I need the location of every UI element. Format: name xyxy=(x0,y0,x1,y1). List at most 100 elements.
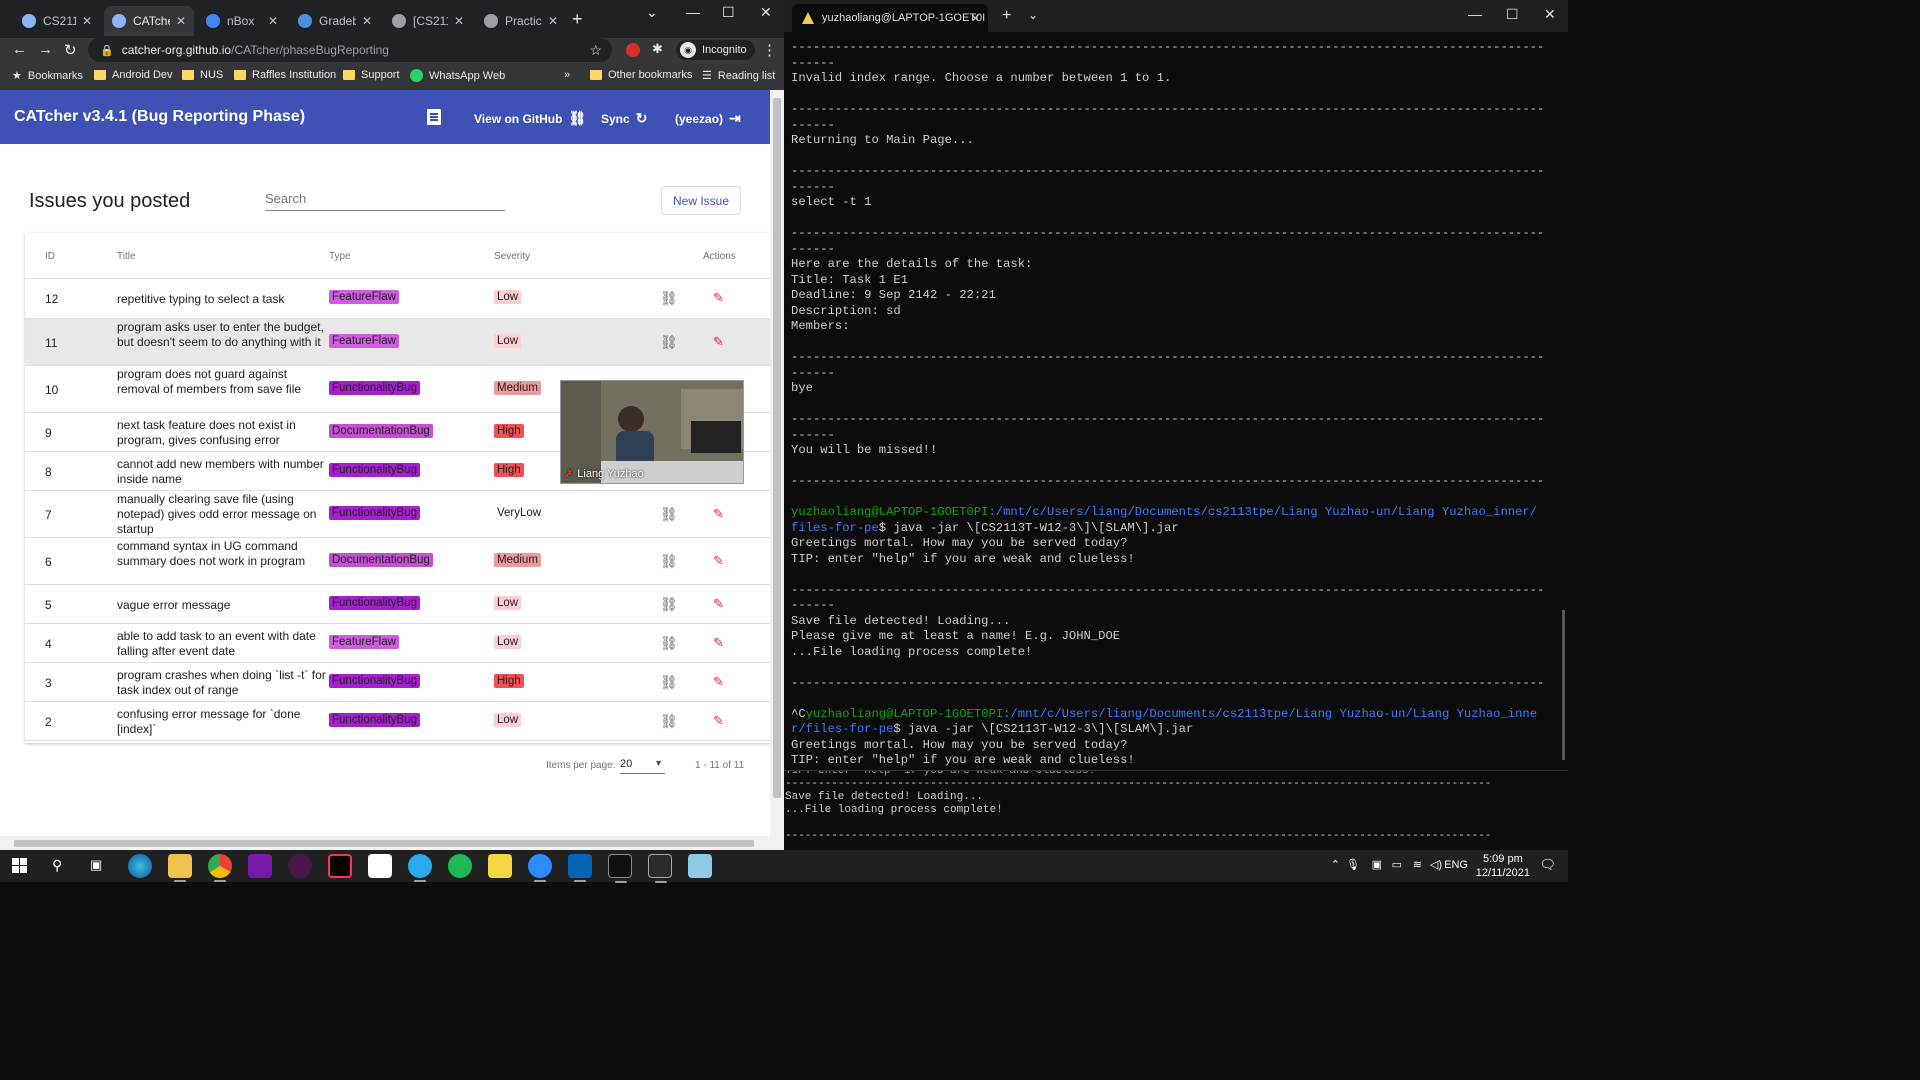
close-icon[interactable]: ✕ xyxy=(362,14,372,28)
link-icon[interactable]: ⛓ xyxy=(660,635,678,652)
tab-catcher[interactable]: CATcher ✕ xyxy=(104,6,194,36)
new-issue-button[interactable]: New Issue xyxy=(661,186,741,215)
tab-cs2113t[interactable]: [CS2113T ✕ xyxy=(384,6,472,36)
wifi-icon[interactable]: ≋ xyxy=(1413,858,1422,871)
link-icon[interactable]: ⛓ xyxy=(660,596,678,613)
issue-title[interactable]: program asks user to enter the budget, b… xyxy=(117,320,327,350)
terminal-output[interactable]: ------ ------ ------ ------ ------ ------ ----… xyxy=(791,40,1543,770)
bookmark-star-icon[interactable]: ☆ xyxy=(589,42,602,59)
close-icon[interactable]: ✕ xyxy=(971,12,980,25)
h-scroll-thumb[interactable] xyxy=(14,840,754,847)
notification-icon[interactable]: 🗨 xyxy=(1539,857,1556,873)
table-row[interactable]: 11 program asks user to enter the budget,… xyxy=(25,318,770,365)
maximize-icon[interactable]: ☐ xyxy=(1506,6,1519,23)
page-scrollbar[interactable] xyxy=(770,90,784,850)
zoom-icon[interactable] xyxy=(528,854,552,882)
extension-icon[interactable] xyxy=(626,43,640,57)
col-title[interactable]: Title xyxy=(117,251,136,262)
new-terminal-tab-button[interactable]: + xyxy=(1002,7,1011,25)
table-row[interactable]: 5 vague error message FunctionalityBug Low ⛓… xyxy=(25,584,770,623)
close-icon[interactable]: ✕ xyxy=(82,14,92,28)
edit-icon[interactable]: ✎ xyxy=(713,596,724,612)
bookmark-raffles[interactable]: Raffles Institution xyxy=(234,69,336,81)
mic-icon[interactable]: 🎙 xyxy=(1346,858,1360,871)
bookmark-nus[interactable]: NUS xyxy=(182,69,223,81)
clock[interactable]: 5:09 pm 12/11/2021 xyxy=(1476,852,1530,880)
issue-title[interactable]: command syntax in UG command summary doe… xyxy=(117,539,327,569)
edge-icon[interactable] xyxy=(128,854,152,878)
close-icon[interactable]: ✕ xyxy=(548,14,558,28)
table-row[interactable]: 7 manually clearing save file (using note… xyxy=(25,490,770,537)
tray-chevron-icon[interactable]: ⌃ xyxy=(1331,858,1340,871)
tab-search-icon[interactable]: ⌄ xyxy=(646,4,658,21)
sticky-notes-icon[interactable] xyxy=(488,854,512,878)
tab-practical[interactable]: Practical ✕ xyxy=(476,6,566,36)
terminal-lower-pane[interactable]: TIP: enter "help" if you are weak and cl… xyxy=(784,770,1568,850)
bookmark-android-dev[interactable]: Android Dev xyxy=(94,69,173,81)
language-indicator[interactable]: ENG xyxy=(1444,859,1468,871)
close-icon[interactable]: ✕ xyxy=(268,14,278,28)
windows-terminal-icon[interactable] xyxy=(648,854,672,883)
tab-cs2113[interactable]: CS2113/T ✕ xyxy=(14,6,100,36)
col-severity[interactable]: Severity xyxy=(494,251,530,262)
video-thumbnail[interactable]: ✗ Liang Yuzhao xyxy=(560,380,744,484)
issue-title[interactable]: confusing error message for `done [index… xyxy=(117,707,327,737)
chrome-icon[interactable] xyxy=(208,854,232,882)
outlook-icon[interactable] xyxy=(568,854,592,882)
link-icon[interactable]: ⛓ xyxy=(660,290,678,307)
minimize-icon[interactable]: — xyxy=(686,4,700,20)
bookmark-other[interactable]: Other bookmarks xyxy=(590,69,692,81)
issue-title[interactable]: program crashes when doing `list -t` for… xyxy=(117,668,327,698)
edit-icon[interactable]: ✎ xyxy=(713,553,724,569)
telegram-icon[interactable] xyxy=(408,854,432,882)
volume-icon[interactable]: ◁) xyxy=(1430,858,1442,871)
logout-button[interactable]: (yeezao) ⇥ xyxy=(675,110,741,127)
maximize-icon[interactable]: ☐ xyxy=(722,4,735,21)
table-row[interactable]: 12 repetitive typing to select a task Feat… xyxy=(25,278,770,318)
search-input[interactable]: Search xyxy=(265,190,505,211)
sync-button[interactable]: Sync ↻ xyxy=(601,110,647,127)
file-explorer-icon[interactable] xyxy=(168,854,192,882)
snipping-tool-icon[interactable] xyxy=(688,854,712,878)
issue-title[interactable]: next task feature does not exist in prog… xyxy=(117,418,327,448)
issue-title[interactable]: able to add task to an event with date f… xyxy=(117,629,327,659)
issue-title[interactable]: cannot add new members with number insid… xyxy=(117,457,327,487)
slack-icon[interactable] xyxy=(288,854,312,878)
table-row[interactable]: 2 confusing error message for `done [inde… xyxy=(25,701,770,740)
notion-icon[interactable] xyxy=(368,854,392,878)
edit-icon[interactable]: ✎ xyxy=(713,290,724,306)
bookmarks-overflow[interactable]: » xyxy=(564,69,570,81)
bookmark-bookmarks[interactable]: ★ Bookmarks xyxy=(12,69,83,83)
link-icon[interactable]: ⛓ xyxy=(660,506,678,523)
document-icon[interactable] xyxy=(427,109,441,125)
close-icon[interactable]: ✕ xyxy=(454,14,464,28)
link-icon[interactable]: ⛓ xyxy=(660,674,678,691)
issue-title[interactable]: manually clearing save file (using notep… xyxy=(117,492,327,537)
start-icon[interactable] xyxy=(12,858,27,873)
col-type[interactable]: Type xyxy=(329,251,351,262)
reload-icon[interactable]: ↻ xyxy=(64,41,77,59)
spotify-icon[interactable] xyxy=(448,854,472,878)
close-window-icon[interactable]: ✕ xyxy=(760,4,772,21)
camera-icon[interactable]: ▣ xyxy=(1372,858,1382,871)
close-window-icon[interactable]: ✕ xyxy=(1544,6,1556,23)
view-github-button[interactable]: View on GitHub ⛓ xyxy=(474,110,586,127)
close-icon[interactable]: ✕ xyxy=(176,14,186,28)
intellij-icon[interactable] xyxy=(328,854,352,878)
issue-title[interactable]: vague error message xyxy=(117,598,327,613)
search-icon[interactable]: ⚲ xyxy=(52,857,62,874)
tab-gradebook[interactable]: Gradebo ✕ xyxy=(290,6,380,36)
edit-icon[interactable]: ✎ xyxy=(713,334,724,350)
chevron-down-icon[interactable]: ⌄ xyxy=(1028,8,1038,22)
table-row[interactable]: 4 able to add task to an event with date … xyxy=(25,623,770,662)
terminal-icon[interactable] xyxy=(608,854,632,883)
tab-nbox[interactable]: nBox ✕ xyxy=(198,6,286,36)
link-icon[interactable]: ⛓ xyxy=(660,713,678,730)
incognito-badge[interactable]: ◉ Incognito xyxy=(676,40,755,60)
onenote-icon[interactable] xyxy=(248,854,272,878)
terminal-scrollbar[interactable] xyxy=(1562,40,1566,760)
forward-icon[interactable]: → xyxy=(38,41,53,58)
bookmark-whatsapp[interactable]: WhatsApp Web xyxy=(410,69,505,82)
issue-title[interactable]: program does not guard against removal o… xyxy=(117,367,327,397)
url-input[interactable]: 🔒 catcher-org.github.io/CATcher/phaseBug… xyxy=(88,38,612,62)
